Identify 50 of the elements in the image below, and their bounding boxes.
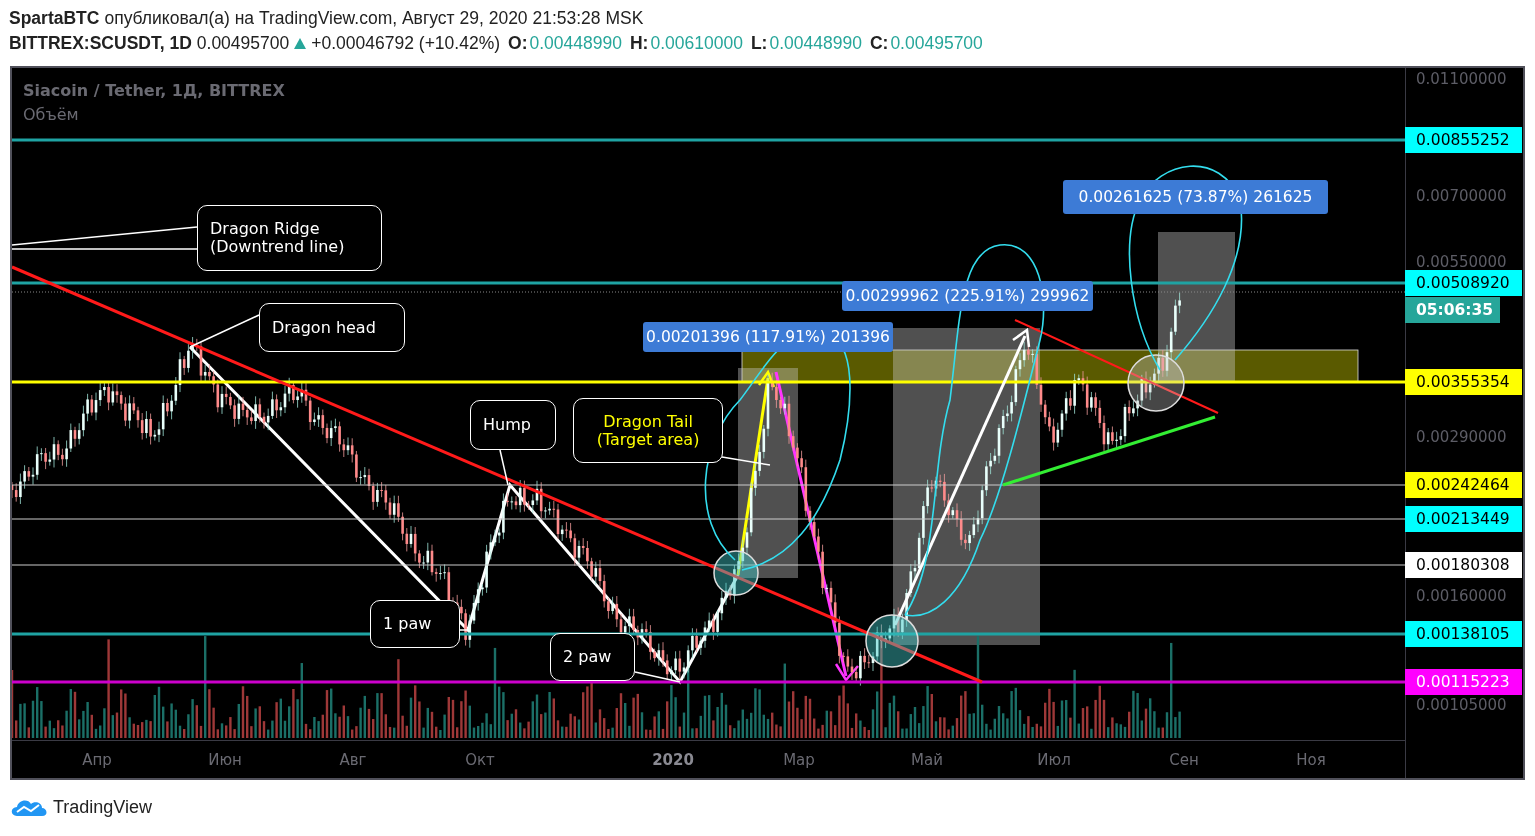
time-tick: Авг [338,750,368,770]
time-tick: Окт [464,750,496,770]
price-label: 0.00508920 [1405,270,1522,296]
time-tick: Май [910,750,944,770]
time-tick: Июл [1036,750,1072,770]
callout-label: Dragon head [259,303,405,352]
callout-label: Dragon Ridge (Downtrend line) [197,205,382,271]
callout-label: 1 paw [370,600,460,648]
price-label: 0.00115223 [1405,669,1522,695]
indicator-label: Объём [23,104,80,126]
price-label: 0.00242464 [1405,472,1522,498]
callout-label: Hump [470,400,556,450]
time-tick: Июн [207,750,243,770]
symbol-title: BITTREX:SCUSDT, 1D [9,33,192,54]
ohlc-value: 0.00610000 [650,33,743,54]
price-tick: 0.00160000 [1416,586,1508,606]
price-label: 0.00213449 [1405,506,1522,532]
author-name[interactable]: SpartaBTC [9,8,100,29]
ohlc-label: C: [869,33,889,54]
ohlc-label: O: [508,33,528,54]
callout-label: 2 paw [550,633,635,681]
ohlc-value: 0.00448990 [769,33,862,54]
publish-info: опубликовал(а) на TradingView.com, Август 29, 2020 21:53:28 MSK [104,8,644,29]
price-label: 0.00355354 [1405,369,1522,395]
chart-title: Siacoin / Tether, 1Д, BITTREX [23,80,285,102]
ohlc-label: L: [750,33,768,54]
ohlc-value: 0.00448990 [529,33,622,54]
price-tick: 0.00290000 [1416,427,1508,447]
price-tick: 0.01100000 [1416,69,1508,89]
measure-label: 0.00201396 (117.91%) 201396 [643,322,893,352]
time-tick: 2020 [651,750,695,770]
price-change: +0.00046792 (+10.42%) [311,33,501,54]
price-label: 0.00855252 [1405,127,1522,153]
time-tick: Сен [1168,750,1200,770]
ohlc-label: H: [629,33,649,54]
ohlc-value: 0.00495700 [890,33,983,54]
measure-label: 0.00261625 (73.87%) 261625 [1063,180,1328,214]
callout-label: Dragon Tail (Target area) [573,398,723,463]
time-tick: Мар [782,750,816,770]
time-tick: Ноя [1295,750,1327,770]
price-tick: 0.00700000 [1416,186,1508,206]
price-label: 0.00138105 [1405,621,1522,647]
price-label: 0.00180308 [1405,552,1522,578]
price-tick: 0.00550000 [1416,252,1508,272]
time-tick: Апр [81,750,113,770]
brand-name[interactable]: TradingView [53,796,153,818]
measure-label: 0.00299962 (225.91%) 299962 [842,281,1093,311]
last-price: 0.00495700 [196,33,290,54]
price-tick: 0.00105000 [1416,695,1508,715]
countdown-label: 05:06:35 [1405,297,1500,323]
